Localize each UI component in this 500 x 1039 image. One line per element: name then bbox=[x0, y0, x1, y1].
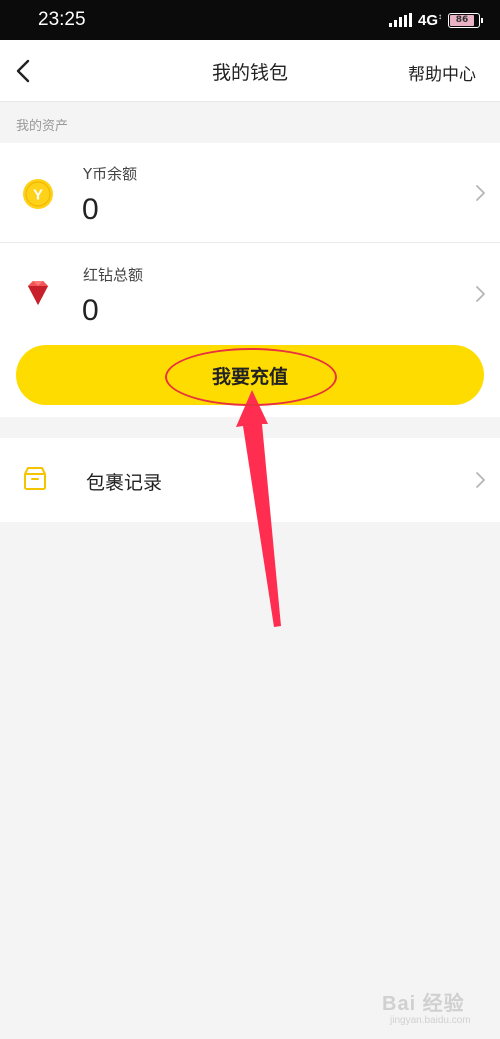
chevron-right-icon bbox=[476, 472, 485, 488]
chevron-right-icon bbox=[476, 286, 485, 302]
asset-row-y-coin[interactable]: Y Y币余额 0 bbox=[0, 143, 500, 243]
assets-card: Y Y币余额 0 红钻总额 0 我要充值 bbox=[0, 143, 500, 417]
asset-row-red-diamond[interactable]: 红钻总额 0 bbox=[0, 244, 500, 344]
asset-value: 0 bbox=[82, 193, 99, 226]
section-title: 我的资产 bbox=[16, 119, 69, 134]
status-indicators: 4G↕ 86 bbox=[388, 11, 483, 29]
battery-level: 86 bbox=[450, 14, 475, 26]
status-time: 23:25 bbox=[38, 9, 86, 30]
red-diamond-icon bbox=[28, 281, 48, 305]
chevron-right-icon bbox=[476, 185, 485, 201]
watermark-brand: Bai 经验 bbox=[382, 993, 465, 1015]
recharge-button-label: 我要充值 bbox=[211, 366, 288, 388]
status-bar: 23:25 4G↕ 86 bbox=[0, 0, 500, 40]
parcel-box-icon bbox=[24, 467, 46, 490]
y-coin-icon: Y bbox=[23, 179, 53, 209]
nav-bar: 我的钱包 帮助中心 bbox=[0, 40, 500, 102]
asset-label: Y币余额 bbox=[83, 165, 138, 183]
y-coin-glyph: Y bbox=[33, 187, 43, 204]
parcel-record-label: 包裹记录 bbox=[86, 472, 163, 494]
signal-icon bbox=[388, 13, 412, 27]
parcel-record-row[interactable]: 包裹记录 bbox=[0, 438, 500, 522]
baidu-jingyan-watermark: Bai 经验 jingyan.baidu.com bbox=[382, 985, 486, 1031]
network-type: 4G↕ bbox=[417, 11, 442, 29]
watermark-url: jingyan.baidu.com bbox=[390, 1015, 471, 1026]
help-center-link[interactable]: 帮助中心 bbox=[408, 60, 476, 85]
battery-icon: 86 bbox=[448, 12, 483, 28]
asset-label: 红钻总额 bbox=[83, 266, 144, 284]
recharge-button[interactable]: 我要充值 bbox=[16, 345, 484, 406]
asset-value: 0 bbox=[82, 294, 99, 327]
